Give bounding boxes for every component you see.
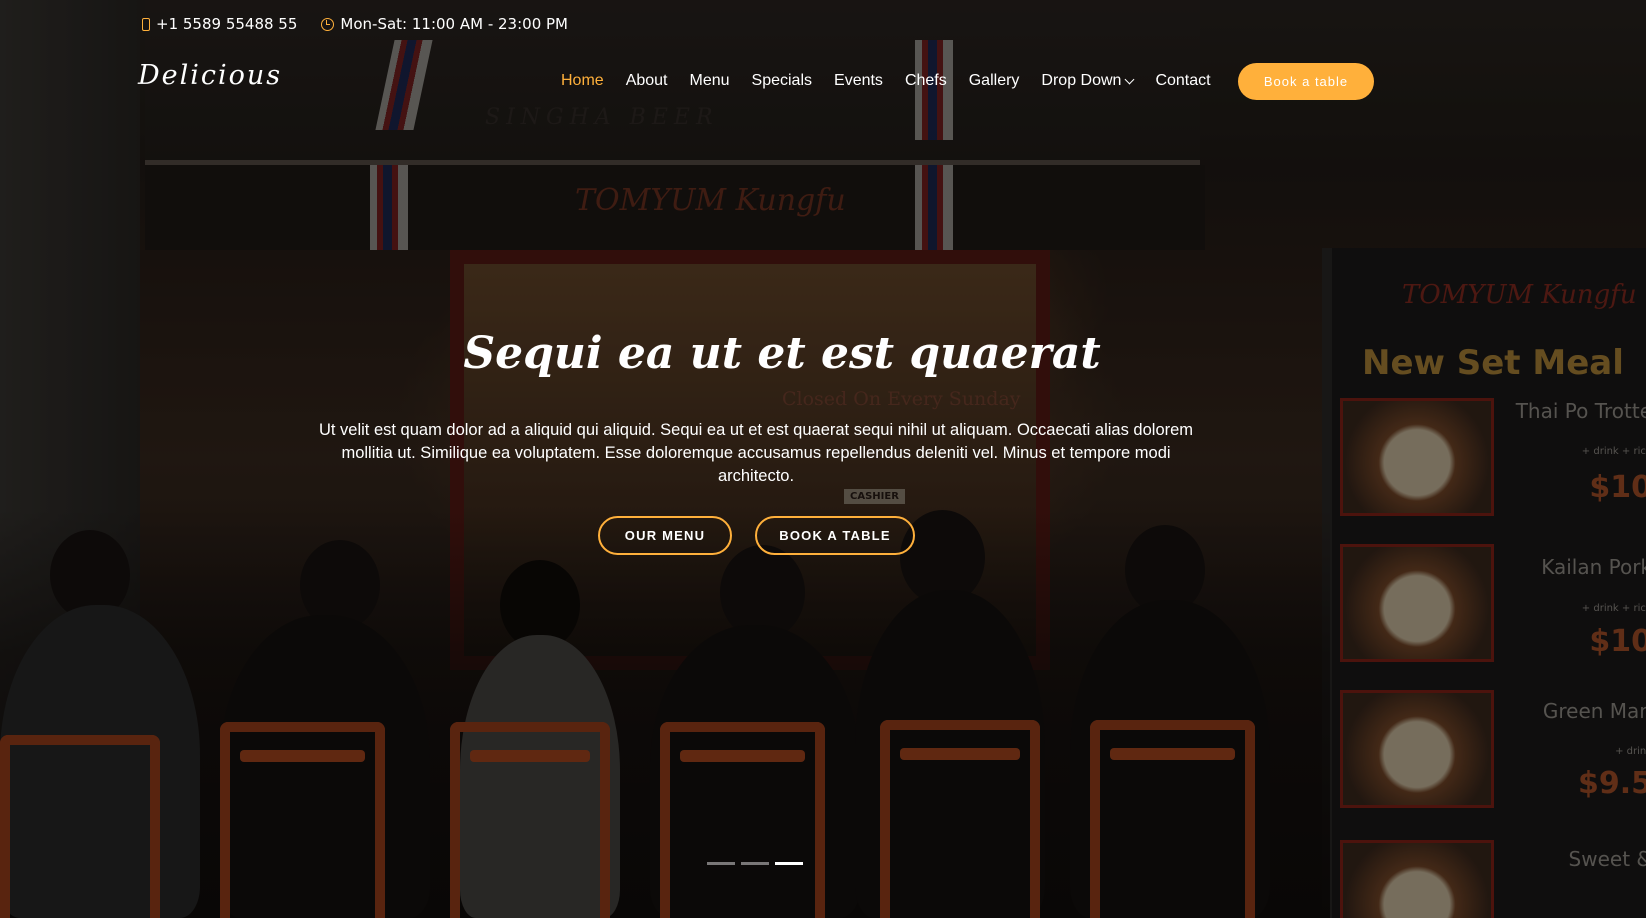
- logo[interactable]: Delicious: [138, 60, 282, 91]
- phone-number: +1 5589 55488 55: [156, 15, 298, 33]
- nav-dropdown-label: Drop Down: [1041, 72, 1122, 89]
- carousel-indicator[interactable]: [741, 862, 769, 865]
- book-a-table-button[interactable]: Book a table: [1238, 63, 1374, 100]
- nav-contact[interactable]: Contact: [1155, 72, 1210, 90]
- nav-chefs[interactable]: Chefs: [905, 72, 947, 90]
- carousel-indicator[interactable]: [707, 862, 735, 865]
- nav-events[interactable]: Events: [834, 72, 883, 90]
- nav-dropdown[interactable]: Drop Down: [1041, 72, 1135, 90]
- book-table-hero-button[interactable]: BOOK A TABLE: [755, 516, 915, 555]
- topbar-phone: +1 5589 55488 55: [142, 15, 297, 33]
- nav-menu[interactable]: Menu: [690, 72, 730, 90]
- carousel-indicator-active[interactable]: [775, 862, 803, 865]
- chevron-down-icon: [1125, 74, 1135, 84]
- topbar: +1 5589 55488 55 Mon-Sat: 11:00 AM - 23:…: [142, 12, 568, 36]
- hero-description: Ut velit est quam dolor ad a aliquid qui…: [318, 421, 1194, 485]
- nav-about[interactable]: About: [626, 72, 668, 90]
- phone-icon: [142, 17, 150, 31]
- nav-specials[interactable]: Specials: [752, 72, 812, 90]
- nav-home[interactable]: Home: [561, 72, 604, 90]
- carousel-indicators: [707, 862, 803, 865]
- nav-gallery[interactable]: Gallery: [969, 72, 1020, 90]
- topbar-hours: Mon-Sat: 11:00 AM - 23:00 PM: [321, 15, 568, 33]
- opening-hours: Mon-Sat: 11:00 AM - 23:00 PM: [340, 15, 568, 33]
- main-nav: Home About Menu Specials Events Chefs Ga…: [561, 68, 1233, 94]
- clock-icon: [321, 17, 335, 31]
- hero-title: Sequi ea ut et est quaerat: [463, 328, 1101, 379]
- our-menu-button[interactable]: OUR MENU: [598, 516, 732, 555]
